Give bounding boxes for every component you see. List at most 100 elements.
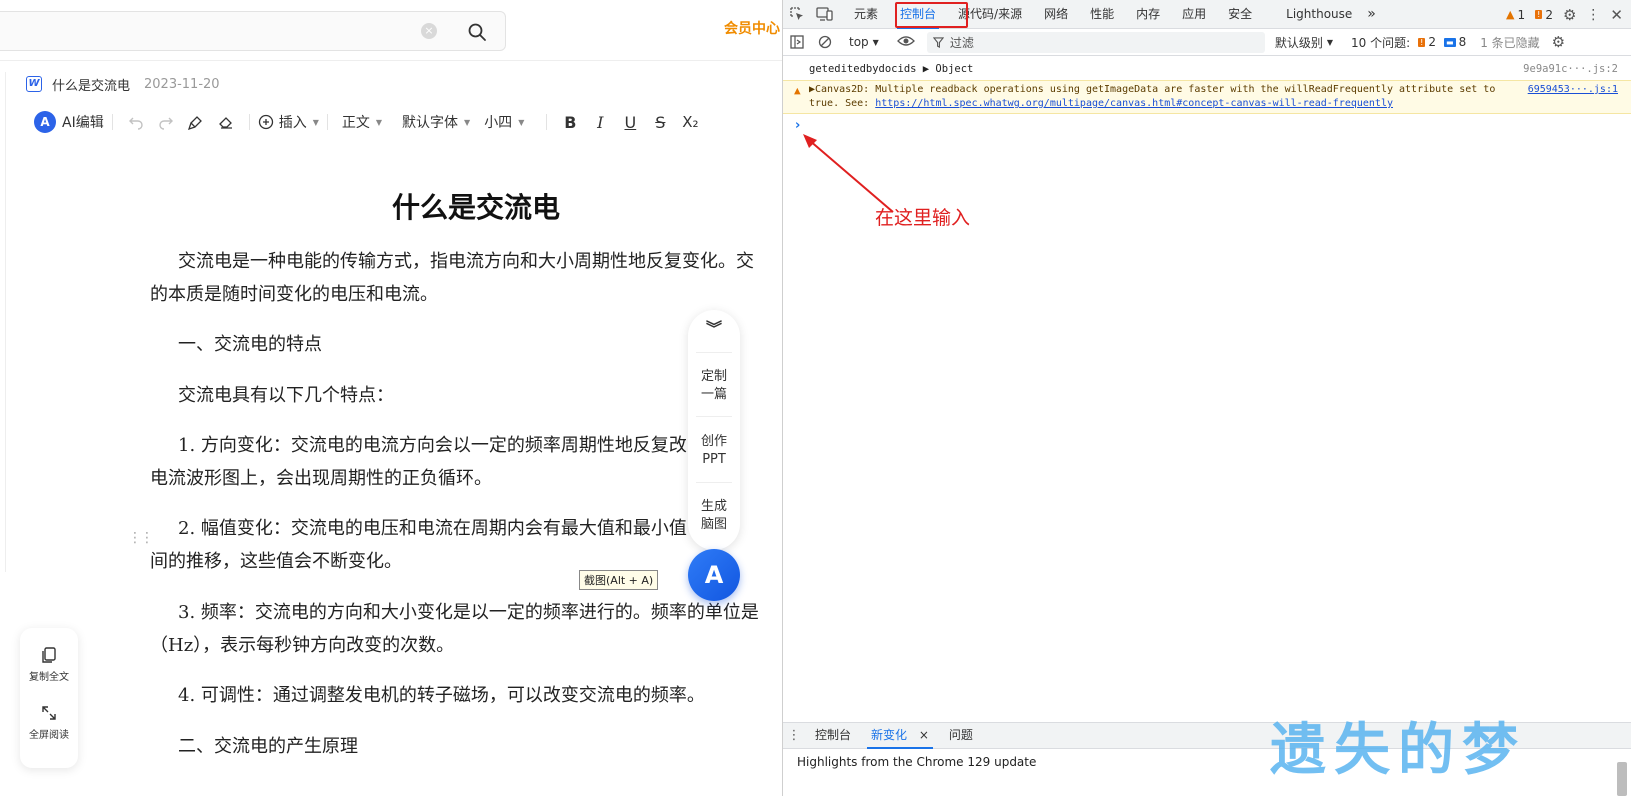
fullscreen-read-button[interactable]: 全屏阅读 [20, 704, 78, 741]
device-toolbar-icon[interactable] [811, 0, 839, 29]
left-border [5, 72, 6, 572]
watermark-text: 遗失的梦 [1270, 718, 1526, 783]
chevron-down-icon: ▼ [518, 117, 525, 127]
italic-button[interactable]: I [585, 113, 615, 132]
warning-triangle-icon: ▲ [1506, 8, 1515, 21]
more-tabs-icon[interactable]: » [1363, 0, 1380, 29]
paragraph[interactable]: 交流电是一种电能的传输方式，指电流方向和大小周期性地反复变化。交 [178, 245, 754, 279]
strikethrough-button[interactable]: S [645, 113, 675, 132]
subscript-icon: X₂ [682, 113, 699, 131]
paragraph[interactable]: 一、交流电的特点 [178, 328, 322, 362]
word-doc-icon: W [26, 76, 42, 92]
tab-lighthouse[interactable]: Lighthouse [1275, 0, 1363, 29]
create-ppt-button[interactable]: 创作 PPT [688, 433, 740, 469]
close-devtools-icon[interactable]: ✕ [1610, 6, 1623, 24]
search-input[interactable]: × [0, 11, 506, 51]
warning-source-link[interactable]: 6959453···.js:1 [1528, 84, 1618, 95]
tab-elements[interactable]: 元素 [843, 0, 889, 29]
warning-message-line[interactable]: ▶Canvas2D: Multiple readback operations … [809, 84, 1495, 95]
chevron-down-icon: ▼ [872, 37, 879, 47]
paragraph[interactable]: 交流电具有以下几个特点： [178, 379, 394, 413]
undo-icon[interactable] [121, 114, 151, 130]
italic-icon: I [597, 112, 604, 132]
strikethrough-icon: S [655, 112, 666, 132]
paragraph[interactable]: （Hz），表示每秒钟方向改变的次数。 [150, 629, 454, 663]
log-level-dropdown[interactable]: 默认级别 ▼ [1275, 34, 1333, 51]
console-filter-input[interactable]: 过滤 [926, 31, 1265, 53]
devtools-status: ▲ 1 ! 2 ⚙ ⋮ ✕ [1506, 0, 1631, 29]
drawer-scrollbar[interactable] [1617, 762, 1627, 796]
font-family-dropdown[interactable]: 默认字体 ▼ [402, 112, 470, 132]
chevron-down-icon: ▼ [1326, 37, 1333, 47]
drag-handle-icon[interactable]: ⋮⋮ [128, 530, 154, 546]
live-expression-eye-icon[interactable] [896, 35, 917, 50]
bold-button[interactable]: B [555, 113, 585, 132]
tab-security[interactable]: 安全 [1217, 0, 1263, 29]
toolbar-divider [326, 114, 328, 130]
panel-divider [696, 352, 732, 353]
paragraph[interactable]: 二、交流电的产生原理 [178, 730, 358, 764]
paragraph[interactable]: 间的推移，这些值会不断变化。 [150, 545, 402, 579]
drawer-tab-console[interactable]: 控制台 [805, 722, 861, 749]
tab-performance[interactable]: 性能 [1079, 0, 1125, 29]
settings-gear-icon[interactable]: ⚙ [1563, 6, 1576, 24]
search-icon[interactable] [467, 22, 487, 42]
font-size-dropdown[interactable]: 小四 ▼ [484, 112, 524, 132]
redo-icon[interactable] [151, 114, 181, 130]
paragraph[interactable]: 4. 可调性：通过调整发电机的转子磁场，可以改变交流电的频率。 [178, 679, 705, 713]
paragraph-style-dropdown[interactable]: 正文 ▼ [342, 112, 382, 132]
tab-application[interactable]: 应用 [1171, 0, 1217, 29]
console-warning-row: ▲ ▶Canvas2D: Multiple readback operation… [783, 80, 1631, 114]
error-count[interactable]: ! 2 [1535, 8, 1553, 22]
tab-memory[interactable]: 内存 [1125, 0, 1171, 29]
paragraph[interactable]: 3. 频率：交流电的方向和大小变化是以一定的频率进行的。频率的单位是 [178, 596, 759, 630]
paragraph[interactable]: 1. 方向变化：交流电的电流方向会以一定的频率周期性地反复改 [178, 429, 687, 463]
ai-assistant-button[interactable]: A [688, 549, 740, 601]
format-painter-icon[interactable] [181, 114, 211, 130]
document-name[interactable]: 什么是交流电 [52, 75, 130, 94]
issue-info-count: 8 [1458, 35, 1467, 49]
document-editor: × 会员中心 W 什么是交流电 2023-11-20 A AI编辑 插入 ▼ 正… [0, 0, 782, 796]
member-center-link[interactable]: 会员中心 [724, 18, 780, 38]
ai-edit-button[interactable]: A AI编辑 [34, 111, 104, 133]
insert-dropdown[interactable]: 插入 ▼ [258, 112, 319, 132]
console-settings-gear-icon[interactable]: ⚙ [1552, 33, 1565, 51]
inspect-element-icon[interactable] [783, 0, 811, 29]
sidebar-toggle-icon[interactable] [783, 28, 811, 57]
issues-counter[interactable]: 10 个问题: ! 2 ▬ 8 [1351, 34, 1466, 51]
kebab-menu-icon[interactable]: ⋮ [1586, 7, 1600, 23]
tab-network[interactable]: 网络 [1033, 0, 1079, 29]
document-title[interactable]: 什么是交流电 [392, 186, 560, 226]
issue-warning-icon: ! [1418, 37, 1426, 47]
devtools-panel: 元素 控制台 源代码/来源 网络 性能 内存 应用 安全 Lighthouse … [782, 0, 1631, 796]
ai-float-panel: ︾ 定制 一篇 创作 PPT 生成 脑图 [688, 310, 740, 550]
underline-button[interactable]: U [615, 113, 645, 132]
toolbar-divider [248, 114, 250, 130]
context-selector[interactable]: top ▼ [849, 35, 879, 49]
paragraph[interactable]: 2. 幅值变化：交流电的电压和电流在周期内会有最大值和最小值 [178, 512, 687, 546]
paragraph[interactable]: 的本质是随时间变化的电压和电流。 [150, 278, 438, 312]
warning-doc-link[interactable]: https://html.spec.whatwg.org/multipage/c… [875, 98, 1393, 109]
warning-count[interactable]: ▲ 1 [1506, 8, 1525, 22]
drawer-menu-icon[interactable]: ⋮ [783, 728, 805, 743]
panel-divider [696, 416, 732, 417]
mind-map-label: 脑图 [700, 517, 727, 532]
clear-console-icon[interactable] [811, 28, 839, 57]
annotation-text: 在这里输入 [875, 207, 971, 229]
custom-article-button[interactable]: 定制 一篇 [688, 368, 740, 404]
paragraph[interactable]: 电流波形图上，会出现周期性的正负循环。 [150, 462, 492, 496]
clear-search-icon[interactable]: × [421, 23, 437, 39]
mind-map-button[interactable]: 生成 脑图 [688, 498, 740, 534]
underline-icon: U [624, 112, 637, 132]
eraser-icon[interactable] [211, 114, 241, 130]
close-tab-icon[interactable]: × [919, 728, 929, 742]
collapse-icon[interactable]: ︾ [688, 320, 740, 338]
copy-all-button[interactable]: 复制全文 [20, 646, 78, 683]
whats-new-highlights: Highlights from the Chrome 129 update [797, 755, 1037, 769]
drawer-tab-issues[interactable]: 问题 [939, 722, 983, 749]
side-tools: 复制全文 全屏阅读 [20, 628, 78, 768]
ai-logo-icon: A [704, 561, 724, 589]
subscript-button[interactable]: X₂ [675, 113, 705, 131]
log-source-link[interactable]: 9e9a91c···.js:2 [1523, 63, 1618, 75]
drawer-tab-whats-new[interactable]: 新变化 × [861, 722, 939, 749]
